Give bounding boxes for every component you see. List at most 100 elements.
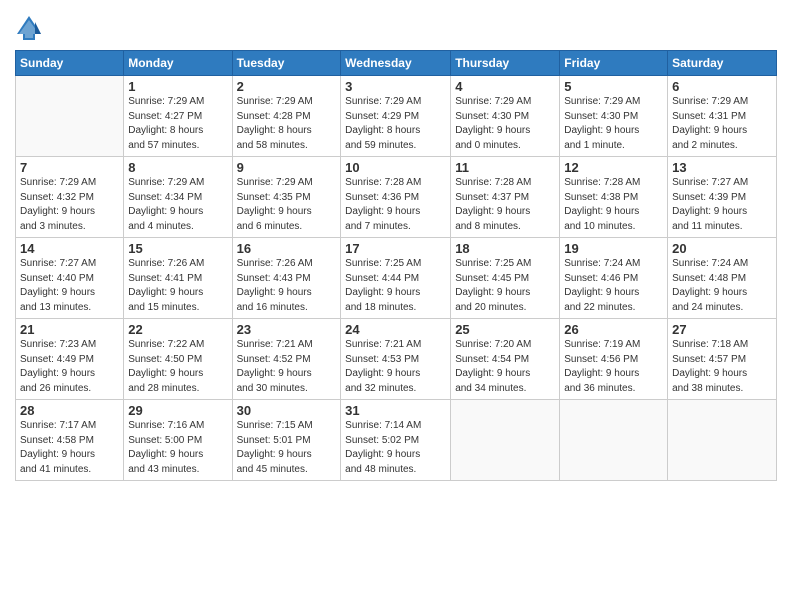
day-number: 29 <box>128 403 227 418</box>
calendar-cell: 31Sunrise: 7:14 AM Sunset: 5:02 PM Dayli… <box>341 400 451 481</box>
calendar-cell: 6Sunrise: 7:29 AM Sunset: 4:31 PM Daylig… <box>668 76 777 157</box>
day-number: 4 <box>455 79 555 94</box>
calendar-cell: 30Sunrise: 7:15 AM Sunset: 5:01 PM Dayli… <box>232 400 341 481</box>
day-info: Sunrise: 7:25 AM Sunset: 4:44 PM Dayligh… <box>345 257 446 315</box>
calendar-cell <box>16 76 124 157</box>
logo-icon <box>15 14 43 42</box>
weekday-header-row: SundayMondayTuesdayWednesdayThursdayFrid… <box>16 51 777 76</box>
logo <box>15 10 45 42</box>
day-number: 2 <box>237 79 337 94</box>
calendar-cell: 25Sunrise: 7:20 AM Sunset: 4:54 PM Dayli… <box>451 319 560 400</box>
day-info: Sunrise: 7:26 AM Sunset: 4:43 PM Dayligh… <box>237 257 337 315</box>
day-info: Sunrise: 7:14 AM Sunset: 5:02 PM Dayligh… <box>345 419 446 477</box>
day-info: Sunrise: 7:21 AM Sunset: 4:53 PM Dayligh… <box>345 338 446 396</box>
day-info: Sunrise: 7:26 AM Sunset: 4:41 PM Dayligh… <box>128 257 227 315</box>
calendar-cell: 15Sunrise: 7:26 AM Sunset: 4:41 PM Dayli… <box>124 238 232 319</box>
day-info: Sunrise: 7:29 AM Sunset: 4:29 PM Dayligh… <box>345 95 446 153</box>
day-info: Sunrise: 7:25 AM Sunset: 4:45 PM Dayligh… <box>455 257 555 315</box>
calendar-week-5: 28Sunrise: 7:17 AM Sunset: 4:58 PM Dayli… <box>16 400 777 481</box>
day-number: 27 <box>672 322 772 337</box>
calendar-cell: 2Sunrise: 7:29 AM Sunset: 4:28 PM Daylig… <box>232 76 341 157</box>
day-info: Sunrise: 7:21 AM Sunset: 4:52 PM Dayligh… <box>237 338 337 396</box>
calendar-cell: 19Sunrise: 7:24 AM Sunset: 4:46 PM Dayli… <box>560 238 668 319</box>
calendar-cell: 5Sunrise: 7:29 AM Sunset: 4:30 PM Daylig… <box>560 76 668 157</box>
day-number: 5 <box>564 79 663 94</box>
day-info: Sunrise: 7:15 AM Sunset: 5:01 PM Dayligh… <box>237 419 337 477</box>
calendar-cell: 24Sunrise: 7:21 AM Sunset: 4:53 PM Dayli… <box>341 319 451 400</box>
day-info: Sunrise: 7:24 AM Sunset: 4:48 PM Dayligh… <box>672 257 772 315</box>
header <box>15 10 777 42</box>
calendar-cell: 10Sunrise: 7:28 AM Sunset: 4:36 PM Dayli… <box>341 157 451 238</box>
day-number: 7 <box>20 160 119 175</box>
day-number: 31 <box>345 403 446 418</box>
calendar-table: SundayMondayTuesdayWednesdayThursdayFrid… <box>15 50 777 481</box>
calendar-week-1: 1Sunrise: 7:29 AM Sunset: 4:27 PM Daylig… <box>16 76 777 157</box>
calendar-week-3: 14Sunrise: 7:27 AM Sunset: 4:40 PM Dayli… <box>16 238 777 319</box>
day-number: 14 <box>20 241 119 256</box>
day-number: 13 <box>672 160 772 175</box>
calendar-cell: 4Sunrise: 7:29 AM Sunset: 4:30 PM Daylig… <box>451 76 560 157</box>
weekday-header-tuesday: Tuesday <box>232 51 341 76</box>
day-info: Sunrise: 7:29 AM Sunset: 4:35 PM Dayligh… <box>237 176 337 234</box>
day-number: 3 <box>345 79 446 94</box>
day-info: Sunrise: 7:29 AM Sunset: 4:32 PM Dayligh… <box>20 176 119 234</box>
calendar-cell: 13Sunrise: 7:27 AM Sunset: 4:39 PM Dayli… <box>668 157 777 238</box>
day-number: 25 <box>455 322 555 337</box>
calendar-cell: 8Sunrise: 7:29 AM Sunset: 4:34 PM Daylig… <box>124 157 232 238</box>
calendar-cell: 11Sunrise: 7:28 AM Sunset: 4:37 PM Dayli… <box>451 157 560 238</box>
calendar-cell: 28Sunrise: 7:17 AM Sunset: 4:58 PM Dayli… <box>16 400 124 481</box>
day-number: 16 <box>237 241 337 256</box>
day-number: 18 <box>455 241 555 256</box>
page: SundayMondayTuesdayWednesdayThursdayFrid… <box>0 0 792 612</box>
day-number: 26 <box>564 322 663 337</box>
day-info: Sunrise: 7:28 AM Sunset: 4:37 PM Dayligh… <box>455 176 555 234</box>
day-info: Sunrise: 7:23 AM Sunset: 4:49 PM Dayligh… <box>20 338 119 396</box>
day-info: Sunrise: 7:28 AM Sunset: 4:36 PM Dayligh… <box>345 176 446 234</box>
day-info: Sunrise: 7:29 AM Sunset: 4:27 PM Dayligh… <box>128 95 227 153</box>
day-number: 23 <box>237 322 337 337</box>
day-info: Sunrise: 7:29 AM Sunset: 4:30 PM Dayligh… <box>564 95 663 153</box>
calendar-cell: 29Sunrise: 7:16 AM Sunset: 5:00 PM Dayli… <box>124 400 232 481</box>
day-info: Sunrise: 7:29 AM Sunset: 4:31 PM Dayligh… <box>672 95 772 153</box>
logo-container <box>15 14 45 42</box>
day-number: 20 <box>672 241 772 256</box>
day-info: Sunrise: 7:24 AM Sunset: 4:46 PM Dayligh… <box>564 257 663 315</box>
weekday-header-saturday: Saturday <box>668 51 777 76</box>
day-number: 15 <box>128 241 227 256</box>
day-number: 24 <box>345 322 446 337</box>
day-info: Sunrise: 7:28 AM Sunset: 4:38 PM Dayligh… <box>564 176 663 234</box>
day-info: Sunrise: 7:20 AM Sunset: 4:54 PM Dayligh… <box>455 338 555 396</box>
calendar-week-4: 21Sunrise: 7:23 AM Sunset: 4:49 PM Dayli… <box>16 319 777 400</box>
day-info: Sunrise: 7:22 AM Sunset: 4:50 PM Dayligh… <box>128 338 227 396</box>
calendar-cell: 9Sunrise: 7:29 AM Sunset: 4:35 PM Daylig… <box>232 157 341 238</box>
weekday-header-friday: Friday <box>560 51 668 76</box>
calendar-cell: 20Sunrise: 7:24 AM Sunset: 4:48 PM Dayli… <box>668 238 777 319</box>
calendar-cell: 12Sunrise: 7:28 AM Sunset: 4:38 PM Dayli… <box>560 157 668 238</box>
day-number: 1 <box>128 79 227 94</box>
day-number: 6 <box>672 79 772 94</box>
day-number: 9 <box>237 160 337 175</box>
day-info: Sunrise: 7:29 AM Sunset: 4:28 PM Dayligh… <box>237 95 337 153</box>
day-info: Sunrise: 7:17 AM Sunset: 4:58 PM Dayligh… <box>20 419 119 477</box>
weekday-header-sunday: Sunday <box>16 51 124 76</box>
day-info: Sunrise: 7:16 AM Sunset: 5:00 PM Dayligh… <box>128 419 227 477</box>
day-info: Sunrise: 7:27 AM Sunset: 4:39 PM Dayligh… <box>672 176 772 234</box>
calendar-cell: 14Sunrise: 7:27 AM Sunset: 4:40 PM Dayli… <box>16 238 124 319</box>
day-info: Sunrise: 7:29 AM Sunset: 4:34 PM Dayligh… <box>128 176 227 234</box>
calendar-cell: 3Sunrise: 7:29 AM Sunset: 4:29 PM Daylig… <box>341 76 451 157</box>
weekday-header-thursday: Thursday <box>451 51 560 76</box>
calendar-cell: 18Sunrise: 7:25 AM Sunset: 4:45 PM Dayli… <box>451 238 560 319</box>
day-number: 11 <box>455 160 555 175</box>
calendar-cell: 22Sunrise: 7:22 AM Sunset: 4:50 PM Dayli… <box>124 319 232 400</box>
calendar-cell: 1Sunrise: 7:29 AM Sunset: 4:27 PM Daylig… <box>124 76 232 157</box>
calendar-cell: 16Sunrise: 7:26 AM Sunset: 4:43 PM Dayli… <box>232 238 341 319</box>
day-info: Sunrise: 7:19 AM Sunset: 4:56 PM Dayligh… <box>564 338 663 396</box>
day-number: 22 <box>128 322 227 337</box>
calendar-cell: 7Sunrise: 7:29 AM Sunset: 4:32 PM Daylig… <box>16 157 124 238</box>
calendar-cell: 21Sunrise: 7:23 AM Sunset: 4:49 PM Dayli… <box>16 319 124 400</box>
calendar-cell: 27Sunrise: 7:18 AM Sunset: 4:57 PM Dayli… <box>668 319 777 400</box>
calendar-cell: 23Sunrise: 7:21 AM Sunset: 4:52 PM Dayli… <box>232 319 341 400</box>
day-number: 21 <box>20 322 119 337</box>
day-number: 10 <box>345 160 446 175</box>
day-number: 17 <box>345 241 446 256</box>
